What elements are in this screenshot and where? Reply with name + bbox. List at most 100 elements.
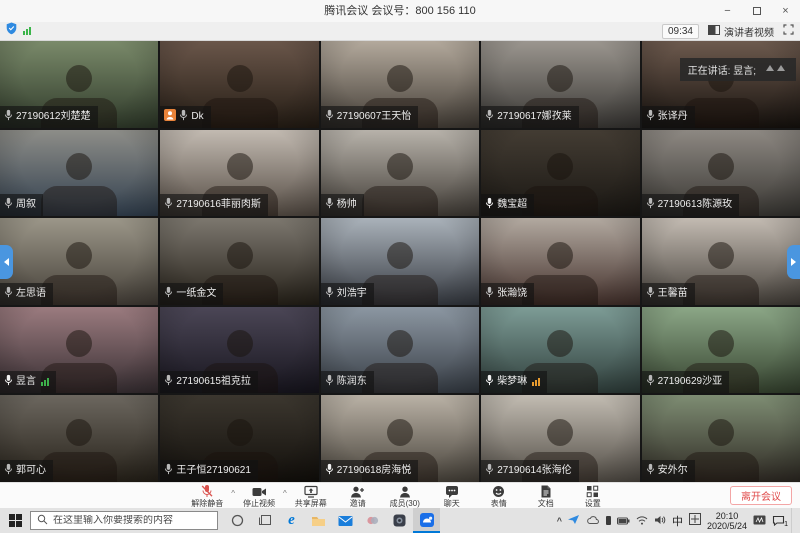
leave-meeting-button[interactable]: 离开会议 xyxy=(730,486,792,505)
video-tile[interactable]: 安外尔 xyxy=(642,395,800,482)
task-view-button[interactable] xyxy=(251,508,278,533)
ime-mode-button[interactable] xyxy=(689,512,701,530)
caret-up-icon[interactable]: ^ xyxy=(231,490,235,498)
participant-name: Dk xyxy=(191,111,203,123)
participant-name-tag: 张瀚饶 xyxy=(481,283,534,305)
doc-button[interactable]: 文档 xyxy=(524,485,568,508)
volume-bars-icon xyxy=(532,378,540,386)
video-tile[interactable]: 27190617娜孜莱 xyxy=(481,41,639,128)
mic-icon xyxy=(4,286,13,302)
network-signal-icon xyxy=(23,27,31,35)
invite-button[interactable]: 邀请 xyxy=(336,485,380,508)
photos-icon xyxy=(366,514,379,527)
video-tile[interactable]: 王子恒27190621 xyxy=(160,395,318,482)
tray-expand-button[interactable]: ^ xyxy=(557,516,562,526)
mail-button[interactable] xyxy=(332,508,359,533)
members-icon xyxy=(398,485,412,498)
taskbar-clock[interactable]: 20:10 2020/5/24 xyxy=(707,511,747,531)
file-explorer-button[interactable] xyxy=(305,508,332,533)
edge-button[interactable]: e xyxy=(278,508,305,533)
prev-page-button[interactable] xyxy=(0,245,13,279)
network-icon[interactable] xyxy=(636,512,648,530)
close-button[interactable]: × xyxy=(771,0,800,22)
participant-name: 郭可心 xyxy=(16,465,46,477)
taskbar-search[interactable] xyxy=(30,511,218,530)
video-tile[interactable]: 张译丹 xyxy=(642,41,800,128)
video-tile[interactable]: 王馨苗 xyxy=(642,218,800,305)
onedrive-cloud-icon[interactable] xyxy=(586,512,600,530)
participant-name-tag: 杨帅 xyxy=(321,194,364,216)
fullscreen-button[interactable] xyxy=(783,22,794,40)
participant-name-tag: 一纸金文 xyxy=(160,283,223,305)
start-button[interactable] xyxy=(0,508,30,533)
members-button[interactable]: 成员(30) xyxy=(383,485,427,508)
chat-button[interactable]: 聊天 xyxy=(430,485,474,508)
video-tile[interactable]: 魏宝超 xyxy=(481,130,639,217)
emoji-button[interactable]: 表情 xyxy=(477,485,521,508)
touchpad-icon[interactable] xyxy=(753,512,766,530)
battery-icon[interactable] xyxy=(617,512,630,530)
window-controls: − × xyxy=(713,0,800,22)
video-tile[interactable]: 一纸金文 xyxy=(160,218,318,305)
speaker-view-button[interactable]: 演讲者视频 xyxy=(708,24,774,39)
participant-silhouette xyxy=(31,150,127,216)
clock-date: 2020/5/24 xyxy=(707,521,747,531)
speaking-banner: 正在讲话: 昱言; xyxy=(680,58,796,81)
show-desktop-button[interactable] xyxy=(791,508,795,533)
mic-icon xyxy=(164,463,173,479)
participant-name: 27190629沙亚 xyxy=(658,376,723,388)
video-tile[interactable]: 27190615祖克拉 xyxy=(160,307,318,394)
participant-name-tag: 柴梦琳 xyxy=(481,371,547,393)
participant-name-tag: 张译丹 xyxy=(642,106,695,128)
camera-app-button[interactable] xyxy=(386,508,413,533)
participant-name: 27190618房海悦 xyxy=(337,465,412,477)
video-tile[interactable]: 27190612刘楚楚 xyxy=(0,41,158,128)
windows-taskbar: e ^ 中 20:10 2020/5/24 1 xyxy=(0,508,800,533)
settings-button[interactable]: 设置 xyxy=(571,485,615,508)
video-tile[interactable]: 陈润东 xyxy=(321,307,479,394)
photos-button[interactable] xyxy=(359,508,386,533)
video-tile[interactable]: 郭可心 xyxy=(0,395,158,482)
participant-name-tag: 刘浩宇 xyxy=(321,283,374,305)
phone-tray-icon[interactable] xyxy=(606,516,611,525)
toolbar-items: 解除静音^停止视频^共享屏幕邀请成员(30)聊天表情文档设置 xyxy=(185,484,615,508)
system-tray: ^ 中 20:10 2020/5/24 1 xyxy=(557,508,800,533)
video-tile[interactable]: Dk xyxy=(160,41,318,128)
screen-share-icon xyxy=(304,485,318,498)
mic-on-icon xyxy=(485,197,494,213)
video-tile[interactable]: 27190629沙亚 xyxy=(642,307,800,394)
video-tile[interactable]: 周叙 xyxy=(0,130,158,217)
video-tile[interactable]: 27190616菲丽肉斯 xyxy=(160,130,318,217)
meeting-toolbar: 解除静音^停止视频^共享屏幕邀请成员(30)聊天表情文档设置 离开会议 xyxy=(0,482,800,508)
camera-button[interactable]: 停止视频 xyxy=(237,486,281,508)
action-center-button[interactable]: 1 xyxy=(772,515,785,526)
mic-icon xyxy=(646,197,655,213)
toolbar-item-label: 共享屏幕 xyxy=(295,499,327,508)
mic-muted-button[interactable]: 解除静音 xyxy=(185,484,229,508)
participant-name: 王馨苗 xyxy=(658,288,688,300)
tray-app-icon[interactable] xyxy=(568,512,580,530)
video-tile[interactable]: 柴梦琳 xyxy=(481,307,639,394)
speaker-view-label: 演讲者视频 xyxy=(724,24,774,39)
video-tile[interactable]: 昱言 xyxy=(0,307,158,394)
video-tile[interactable]: 刘浩宇 xyxy=(321,218,479,305)
caret-up-icon[interactable]: ^ xyxy=(283,490,287,498)
minimize-button[interactable]: − xyxy=(713,0,742,22)
video-tile[interactable]: 杨帅 xyxy=(321,130,479,217)
cortana-button[interactable] xyxy=(224,508,251,533)
video-tile[interactable]: 左思语 xyxy=(0,218,158,305)
screen-share-button[interactable]: 共享屏幕 xyxy=(289,485,333,508)
video-tile[interactable]: 27190607王天怡 xyxy=(321,41,479,128)
maximize-button[interactable] xyxy=(742,0,771,22)
mic-icon xyxy=(485,109,494,125)
search-input[interactable] xyxy=(53,515,211,526)
speaker-icon[interactable] xyxy=(654,512,666,530)
video-tile[interactable]: 张瀚饶 xyxy=(481,218,639,305)
video-tile[interactable]: 27190614张海伦 xyxy=(481,395,639,482)
video-tile[interactable]: 27190618房海悦 xyxy=(321,395,479,482)
next-page-button[interactable] xyxy=(787,245,800,279)
ime-language-button[interactable]: 中 xyxy=(672,513,683,529)
participant-name: 一纸金文 xyxy=(176,288,216,300)
tencent-meeting-app-button[interactable] xyxy=(413,508,440,533)
video-tile[interactable]: 27190613陈源玫 xyxy=(642,130,800,217)
